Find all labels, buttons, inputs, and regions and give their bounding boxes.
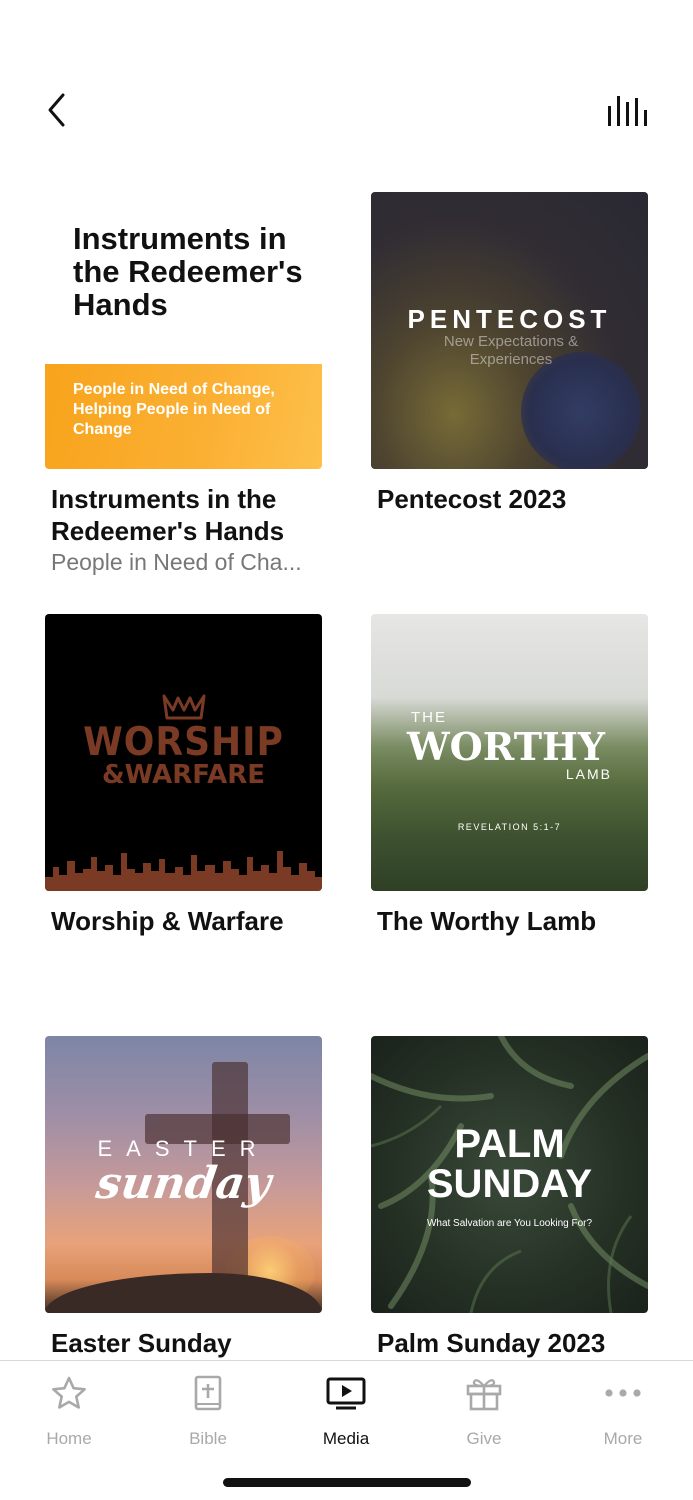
- back-button[interactable]: [36, 88, 76, 132]
- series-title[interactable]: The Worthy Lamb: [371, 905, 648, 937]
- series-title[interactable]: Palm Sunday 2023: [371, 1327, 648, 1359]
- thumbnail-title: WORSHIP: [83, 719, 284, 766]
- thumbnail-title: WORTHY: [407, 724, 605, 769]
- thumbnail-band-text: People in Need of Change, Helping People…: [73, 381, 275, 438]
- series-card-worship-warfare[interactable]: WORSHIP &WARFARE Worship & Warfare: [45, 614, 322, 937]
- tab-home[interactable]: Home: [19, 1375, 119, 1455]
- tab-more[interactable]: More: [573, 1375, 673, 1455]
- series-card-worthy-lamb[interactable]: THE WORTHY LAMB REVELATION 5:1-7 The Wor…: [371, 614, 648, 937]
- tab-label: More: [603, 1429, 643, 1448]
- thumbnail-subtitle: &WARFARE: [101, 760, 265, 790]
- gift-icon: [466, 1379, 502, 1411]
- audio-bars-icon: [608, 96, 647, 126]
- thumbnail-title: Instruments in the Redeemer's Hands: [73, 221, 303, 322]
- series-thumbnail[interactable]: Instruments in the Redeemer's Hands Peop…: [45, 192, 322, 469]
- crown-icon: [162, 694, 206, 720]
- media-icon: [326, 1377, 366, 1410]
- tab-bible[interactable]: Bible: [158, 1375, 258, 1455]
- series-subtitle: People in Need of Cha...: [51, 549, 302, 575]
- series-card-palm-sunday[interactable]: PALM SUNDAY What Salvation are You Looki…: [371, 1036, 648, 1359]
- tab-label: Media: [322, 1429, 370, 1448]
- thumbnail-subtitle: What Salvation are You Looking For?: [426, 1218, 593, 1229]
- bible-icon: [194, 1375, 222, 1411]
- series-thumbnail[interactable]: PENTECOST New Expectations & Experiences: [371, 192, 648, 469]
- chevron-left-icon: [48, 93, 65, 127]
- thumbnail-suffix: LAMB: [565, 766, 612, 782]
- series-title[interactable]: Worship & Warfare: [45, 905, 322, 937]
- tab-label: Home: [46, 1429, 92, 1448]
- tab-label: Bible: [189, 1429, 227, 1448]
- series-thumbnail[interactable]: PALM SUNDAY What Salvation are You Looki…: [371, 1036, 648, 1313]
- series-thumbnail[interactable]: EASTER sunday: [45, 1036, 322, 1313]
- thumbnail-title: PALM: [454, 1122, 565, 1166]
- series-thumbnail[interactable]: THE WORTHY LAMB REVELATION 5:1-7: [371, 614, 648, 891]
- series-card-instruments[interactable]: Instruments in the Redeemer's Hands Peop…: [45, 192, 322, 577]
- series-title[interactable]: Pentecost 2023: [371, 483, 648, 515]
- tab-label: Give: [466, 1429, 502, 1448]
- more-dots-icon: [605, 1389, 641, 1397]
- thumbnail-title: PENTECOST: [407, 304, 612, 334]
- series-card-pentecost[interactable]: PENTECOST New Expectations & Experiences…: [371, 192, 648, 515]
- city-skyline: [45, 851, 322, 891]
- thumbnail-subtitle: sunday: [93, 1158, 274, 1209]
- star-icon: [52, 1376, 86, 1409]
- series-card-easter-sunday[interactable]: EASTER sunday Easter Sunday: [45, 1036, 322, 1359]
- thumbnail-band: People in Need of Change, Helping People…: [45, 364, 322, 469]
- series-thumbnail[interactable]: WORSHIP &WARFARE: [45, 614, 322, 891]
- thumbnail-title-line2: SUNDAY: [426, 1162, 593, 1206]
- audio-button[interactable]: [604, 90, 654, 130]
- tab-media[interactable]: Media: [296, 1375, 396, 1455]
- series-title[interactable]: Instruments in the Redeemer's Hands: [45, 483, 322, 547]
- home-indicator: [223, 1478, 471, 1487]
- thumbnail-subtitle: New Expectations & Experiences: [443, 333, 579, 368]
- series-title[interactable]: Easter Sunday: [45, 1327, 322, 1359]
- tab-give[interactable]: Give: [434, 1375, 534, 1455]
- thumbnail-reference: REVELATION 5:1-7: [457, 822, 562, 832]
- header: [0, 0, 693, 160]
